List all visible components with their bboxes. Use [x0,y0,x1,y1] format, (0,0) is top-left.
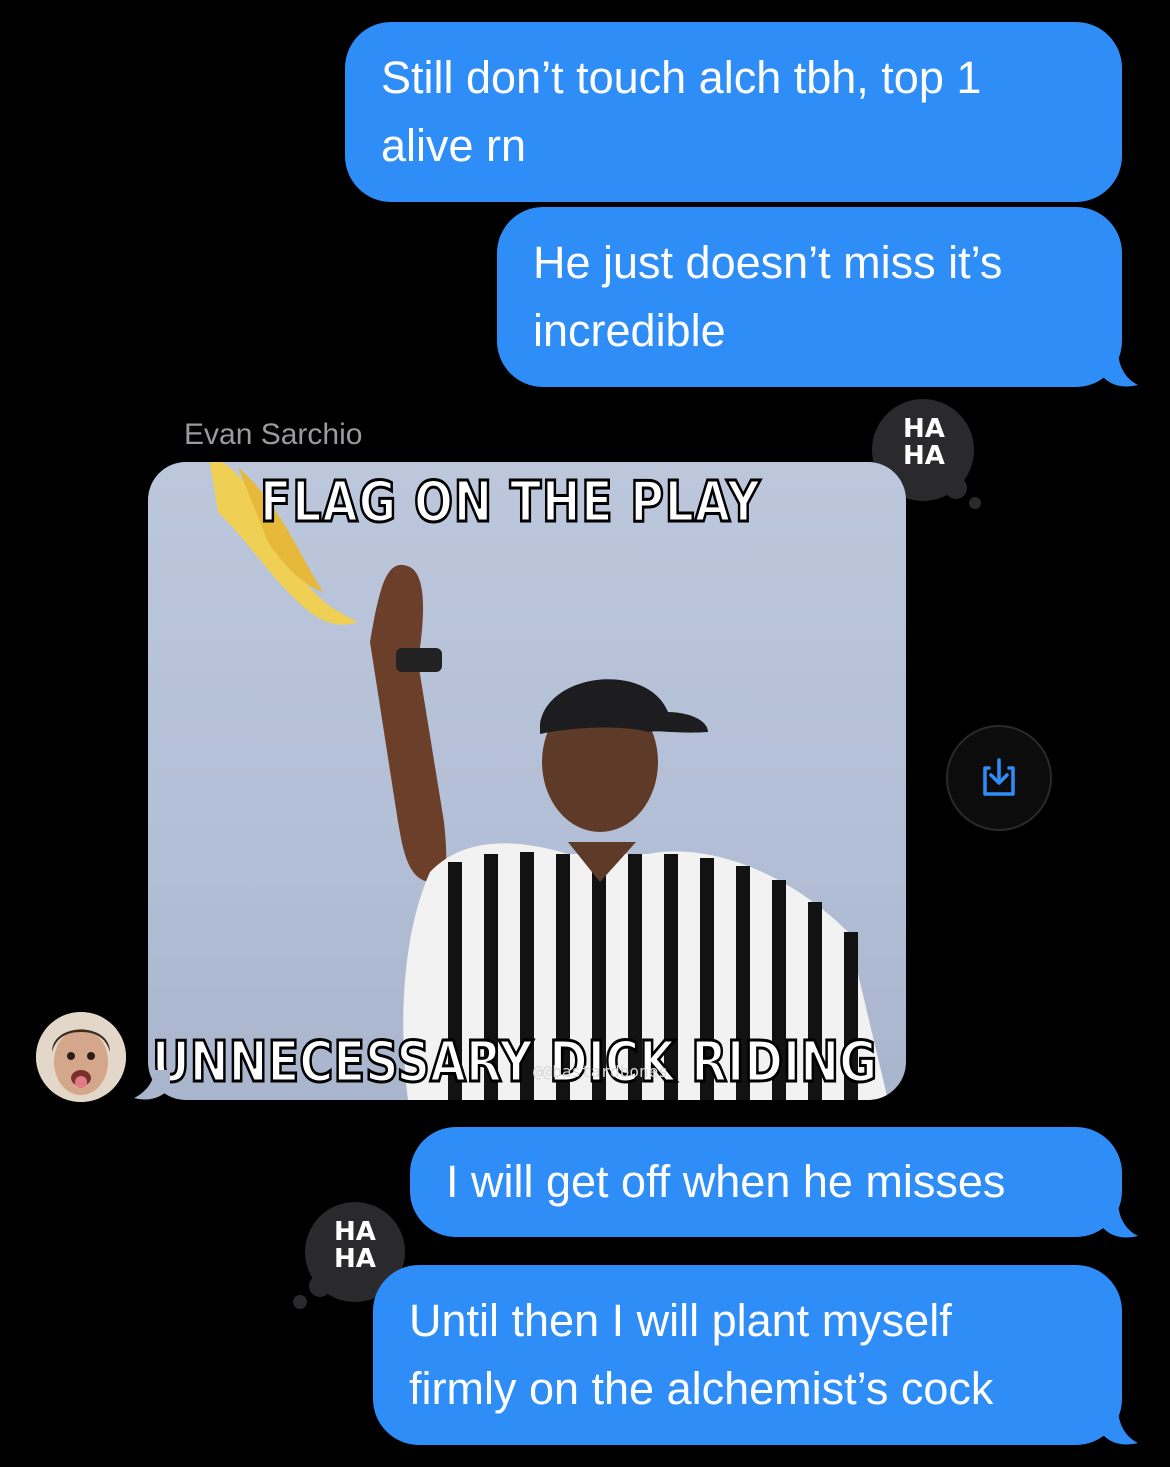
haha-line: HA [334,1217,376,1247]
bubble-tail [134,1070,170,1100]
message-text-line: He just doesn’t miss it’s [533,237,1003,288]
haha-line: HA [903,414,945,444]
meme-image[interactable]: FLAG ON THE PLAY UNNECESSARY DICK RIDING… [148,462,906,1100]
meme-top-caption: FLAG ON THE PLAY [259,469,761,537]
haha-text: HA HA [321,1219,389,1273]
bubble-tail [1100,349,1138,387]
message-text-line: Until then I will plant myself [409,1295,952,1346]
outgoing-message[interactable]: Until then I will plant myself firmly on… [373,1265,1122,1445]
message-text-line: I will get off when he misses [446,1156,1006,1207]
download-button[interactable] [946,725,1052,831]
outgoing-message[interactable]: Still don’t touch alch tbh, top 1 alive … [345,22,1122,202]
download-icon [983,758,1015,796]
outgoing-message[interactable]: He just doesn’t miss it’s incredible [497,207,1122,387]
message-text-line: incredible [533,305,726,356]
message-text-line: alive rn [381,120,527,171]
outgoing-message[interactable]: I will get off when he misses [410,1127,1122,1237]
message-text-line: Still don’t touch alch tbh, top 1 [381,52,982,103]
meme-watermark: @@bastardbones [533,1062,668,1081]
haha-line: HA [903,441,945,471]
contact-avatar[interactable] [36,1012,126,1102]
haha-line: HA [334,1244,376,1274]
sender-name: Evan Sarchio [184,418,363,451]
referee-illustration [209,462,888,1100]
haha-text: HA HA [890,416,958,470]
meme-bottom-caption: UNNECESSARY DICK RIDING [151,1029,879,1097]
message-text-line: firmly on the alchemist’s cock [409,1363,994,1414]
avatar-illustration [36,1012,126,1102]
bubble-tail [1100,1200,1138,1238]
bubble-tail [1100,1407,1138,1445]
